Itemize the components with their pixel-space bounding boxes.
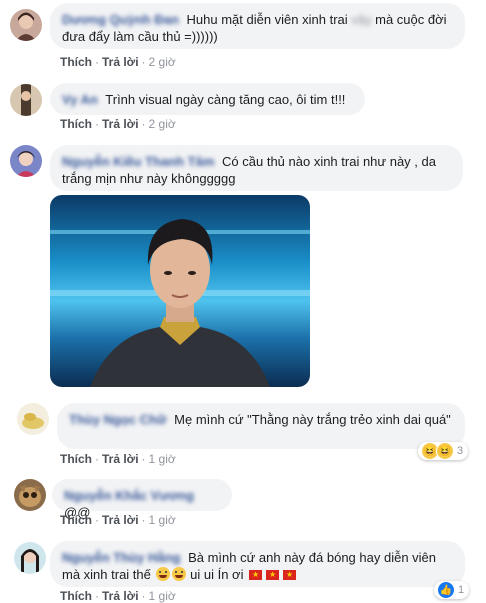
comment-bubble: Vy An Trình visual ngày càng tăng cao, ô… [50, 83, 365, 115]
reply-link[interactable]: Trả lời [102, 117, 139, 131]
avatar[interactable] [14, 542, 46, 574]
laughing-emoji-icon [155, 567, 170, 581]
like-link[interactable]: Thích [60, 589, 92, 603]
like-link[interactable]: Thích [60, 55, 92, 69]
comment-bubble: Dương Quỳnh Đan Huhu mặt diễn viên xinh … [50, 3, 465, 49]
separator: · [95, 55, 99, 69]
separator: · [141, 55, 146, 69]
comment-actions: Thích · Trả lời · 1 giờ [60, 589, 176, 603]
timestamp[interactable]: 2 giờ [149, 117, 176, 131]
comment-actions: Thích · Trả lời · 1 giờ [60, 452, 176, 466]
comment-actions: Thích · Trả lời · 1 giờ [60, 513, 176, 527]
reaction-count: 3 [457, 445, 464, 457]
author-name[interactable]: Dương Quỳnh Đan [62, 12, 179, 27]
separator: · [141, 117, 146, 131]
timestamp[interactable]: 1 giờ [149, 452, 176, 466]
vietnam-flag-icon [266, 570, 280, 580]
comment-text: Huhu mặt diễn viên xinh trai [186, 12, 348, 27]
avatar[interactable] [10, 145, 42, 177]
avatar[interactable] [17, 403, 49, 435]
like-link[interactable]: Thích [60, 117, 92, 131]
vietnam-flag-icon [249, 570, 263, 580]
comment-bubble: Nguyễn Khắc Vương @@ [52, 479, 232, 520]
like-icon: 👍 [437, 581, 455, 599]
timestamp[interactable]: 1 giờ [149, 513, 176, 527]
player-photo[interactable] [50, 195, 310, 387]
like-link[interactable]: Thích [60, 513, 92, 527]
comment-text: Mẹ mình cứ "Thằng này trắng trẻo xinh da… [174, 412, 451, 427]
comment-text: Trình visual ngày càng tăng cao, ôi tim … [105, 92, 346, 107]
separator: · [95, 513, 99, 527]
blurred-word: vậy [351, 12, 372, 27]
author-name[interactable]: Nguyễn Thùy Hằng [62, 550, 180, 565]
separator: · [95, 452, 99, 466]
author-name[interactable]: Nguyễn Khắc Vương [64, 488, 194, 503]
comment-actions: Thích · Trả lời · 2 giờ [60, 117, 176, 131]
reaction-summary[interactable]: 😆 😆 3 [418, 442, 469, 460]
comment-bubble: Nguyễn Kiều Thanh Tâm Có cầu thủ nào xin… [50, 145, 463, 191]
comment-text: Bà mình cứ anh này đá bóng hay diễn viên [188, 550, 437, 565]
reply-link[interactable]: Trả lời [102, 589, 139, 603]
vietnam-flag-icon [283, 570, 297, 580]
separator: · [141, 589, 146, 603]
comment-bubble: Thùy Ngọc Chữ Mẹ mình cứ "Thằng này trắn… [57, 403, 465, 449]
author-name[interactable]: Vy An [62, 92, 98, 107]
comment-text-end: ui ui Ín ơi [190, 567, 244, 582]
like-link[interactable]: Thích [60, 452, 92, 466]
laughing-emoji-icon [171, 567, 186, 581]
comment-actions: Thích · Trả lời · 2 giờ [60, 55, 176, 69]
timestamp[interactable]: 1 giờ [149, 589, 176, 603]
avatar[interactable] [10, 9, 42, 41]
author-name[interactable]: Nguyễn Kiều Thanh Tâm [62, 154, 214, 169]
reply-link[interactable]: Trả lời [102, 55, 139, 69]
reaction-summary[interactable]: 👍 1 [434, 581, 470, 599]
reply-link[interactable]: Trả lời [102, 513, 139, 527]
separator: · [141, 513, 146, 527]
separator: · [141, 452, 146, 466]
avatar[interactable] [14, 479, 46, 511]
reaction-count: 1 [458, 584, 465, 596]
reply-link[interactable]: Trả lời [102, 452, 139, 466]
haha-icon: 😆 [436, 442, 454, 460]
separator: · [95, 117, 99, 131]
comment-bubble: Nguyễn Thùy Hằng Bà mình cứ anh này đá b… [50, 541, 465, 587]
author-name[interactable]: Thùy Ngọc Chữ [69, 412, 167, 427]
separator: · [95, 589, 99, 603]
avatar[interactable] [10, 84, 42, 116]
timestamp[interactable]: 2 giờ [149, 55, 176, 69]
comment-text-continued: mà xinh trai thế [62, 567, 151, 582]
